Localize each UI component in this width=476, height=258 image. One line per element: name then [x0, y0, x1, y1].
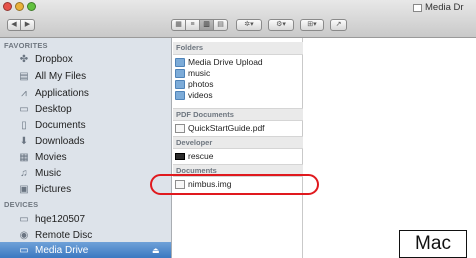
navigation-buttons: ◀ ▶ [7, 19, 35, 31]
sidebar-item-downloads[interactable]: ⬇ Downloads [0, 133, 171, 149]
applications-icon: ⩘ [21, 87, 27, 99]
sidebar-item-label: Music [35, 167, 62, 179]
folder-icon [175, 69, 185, 78]
group-heading-developer: Developer [173, 136, 303, 149]
downloads-icon: ⬇ [19, 135, 29, 147]
window-controls [3, 2, 36, 11]
sidebar: FAVORITES ✤ Dropbox ▤ All My Files ⩘ App… [0, 38, 172, 258]
sidebar-item-applications[interactable]: ⩘ Applications [0, 85, 171, 101]
file-name: QuickStartGuide.pdf [188, 123, 265, 133]
folder-icon [175, 58, 185, 67]
window-title: Media Dr [413, 2, 464, 13]
folder-icon [175, 80, 185, 89]
sidebar-item-hqe120507[interactable]: ▭ hqe120507 [0, 211, 171, 227]
executable-icon [175, 153, 185, 160]
list-item[interactable]: QuickStartGuide.pdf [173, 123, 303, 134]
sidebar-item-music[interactable]: ♫ Music [0, 165, 171, 181]
sidebar-item-label: Pictures [35, 183, 72, 195]
drive-icon [413, 3, 422, 12]
cover-flow-button[interactable]: ▤ [213, 19, 228, 31]
arrange-menu-button[interactable]: ⊞▾ [300, 19, 324, 31]
action-menu-button[interactable]: ✲▾ [236, 19, 262, 31]
group-heading-pdf-documents: PDF Documents [173, 108, 303, 121]
file-name: rescue [188, 151, 214, 161]
folder-icon [175, 91, 185, 100]
zoom-button[interactable] [27, 2, 36, 11]
group-heading-folders: Folders [173, 42, 303, 55]
sidebar-item-all-my-files[interactable]: ▤ All My Files [0, 68, 171, 84]
sidebar-item-pictures[interactable]: ▣ Pictures [0, 181, 171, 197]
file-name: videos [188, 90, 213, 100]
sidebar-item-documents[interactable]: ▯ Documents [0, 117, 171, 133]
view-mode-buttons: ▦ ≡ ▥ ▤ [171, 19, 228, 31]
documents-icon: ▯ [21, 119, 27, 131]
window-toolbar: Media Dr ◀ ▶ ▦ ≡ ▥ ▤ ✲▾ ⚙▾ ⊞▾ ↗ [0, 0, 476, 38]
sidebar-item-label: Applications [35, 87, 89, 99]
sidebar-item-dropbox[interactable]: ✤ Dropbox [0, 51, 171, 67]
sidebar-item-label: Documents [35, 119, 86, 131]
minimize-button[interactable] [15, 2, 24, 11]
sidebar-item-desktop[interactable]: ▭ Desktop [0, 101, 171, 117]
list-item[interactable]: rescue [173, 151, 303, 162]
sidebar-item-media-drive[interactable]: ▭ Media Drive ⏏ [0, 242, 171, 258]
list-item[interactable]: videos [173, 90, 303, 101]
favorites-heading: FAVORITES [4, 41, 48, 50]
back-button[interactable]: ◀ [7, 19, 21, 31]
sidebar-item-movies[interactable]: ▦ Movies [0, 149, 171, 165]
remote-disc-icon: ◉ [19, 229, 29, 241]
file-name: photos [188, 79, 214, 89]
close-button[interactable] [3, 2, 12, 11]
sidebar-item-label: All My Files [35, 70, 87, 82]
file-name: music [188, 68, 211, 78]
sidebar-item-label: Remote Disc [35, 229, 93, 241]
music-icon: ♫ [20, 167, 28, 179]
movies-icon: ▦ [19, 151, 29, 163]
sidebar-item-label: Media Drive [35, 244, 89, 256]
desktop-icon: ▭ [19, 103, 29, 115]
drive-icon: ▭ [19, 244, 29, 256]
dropbox-icon: ✤ [19, 53, 29, 65]
icon-view-button[interactable]: ▦ [171, 19, 186, 31]
sidebar-item-label: Downloads [35, 135, 85, 147]
platform-label: Mac [399, 230, 467, 258]
sidebar-item-label: hqe120507 [35, 213, 86, 225]
list-item[interactable]: music [173, 68, 303, 79]
share-menu-button[interactable]: ⚙▾ [268, 19, 294, 31]
sidebar-item-remote-disc[interactable]: ◉ Remote Disc [0, 227, 171, 243]
list-item[interactable]: Media Drive Upload [173, 57, 303, 68]
edit-tags-button[interactable]: ↗ [330, 19, 347, 31]
window-title-text: Media Dr [425, 2, 464, 13]
column-view-button[interactable]: ▥ [199, 19, 214, 31]
devices-heading: DEVICES [4, 200, 39, 209]
sidebar-item-label: Dropbox [35, 53, 73, 65]
pdf-document-icon [175, 124, 185, 133]
forward-button[interactable]: ▶ [21, 19, 35, 31]
list-item[interactable]: photos [173, 79, 303, 90]
list-view-button[interactable]: ≡ [185, 19, 200, 31]
file-name: Media Drive Upload [188, 57, 263, 67]
sidebar-item-label: Movies [35, 151, 67, 163]
file-column: Folders Media Drive Upload music photos … [173, 38, 303, 258]
computer-icon: ▭ [19, 213, 29, 225]
highlight-ring [150, 174, 319, 195]
all-files-icon: ▤ [19, 70, 29, 82]
sidebar-item-label: Desktop [35, 103, 72, 115]
pictures-icon: ▣ [19, 183, 29, 195]
eject-icon[interactable]: ⏏ [152, 246, 160, 255]
